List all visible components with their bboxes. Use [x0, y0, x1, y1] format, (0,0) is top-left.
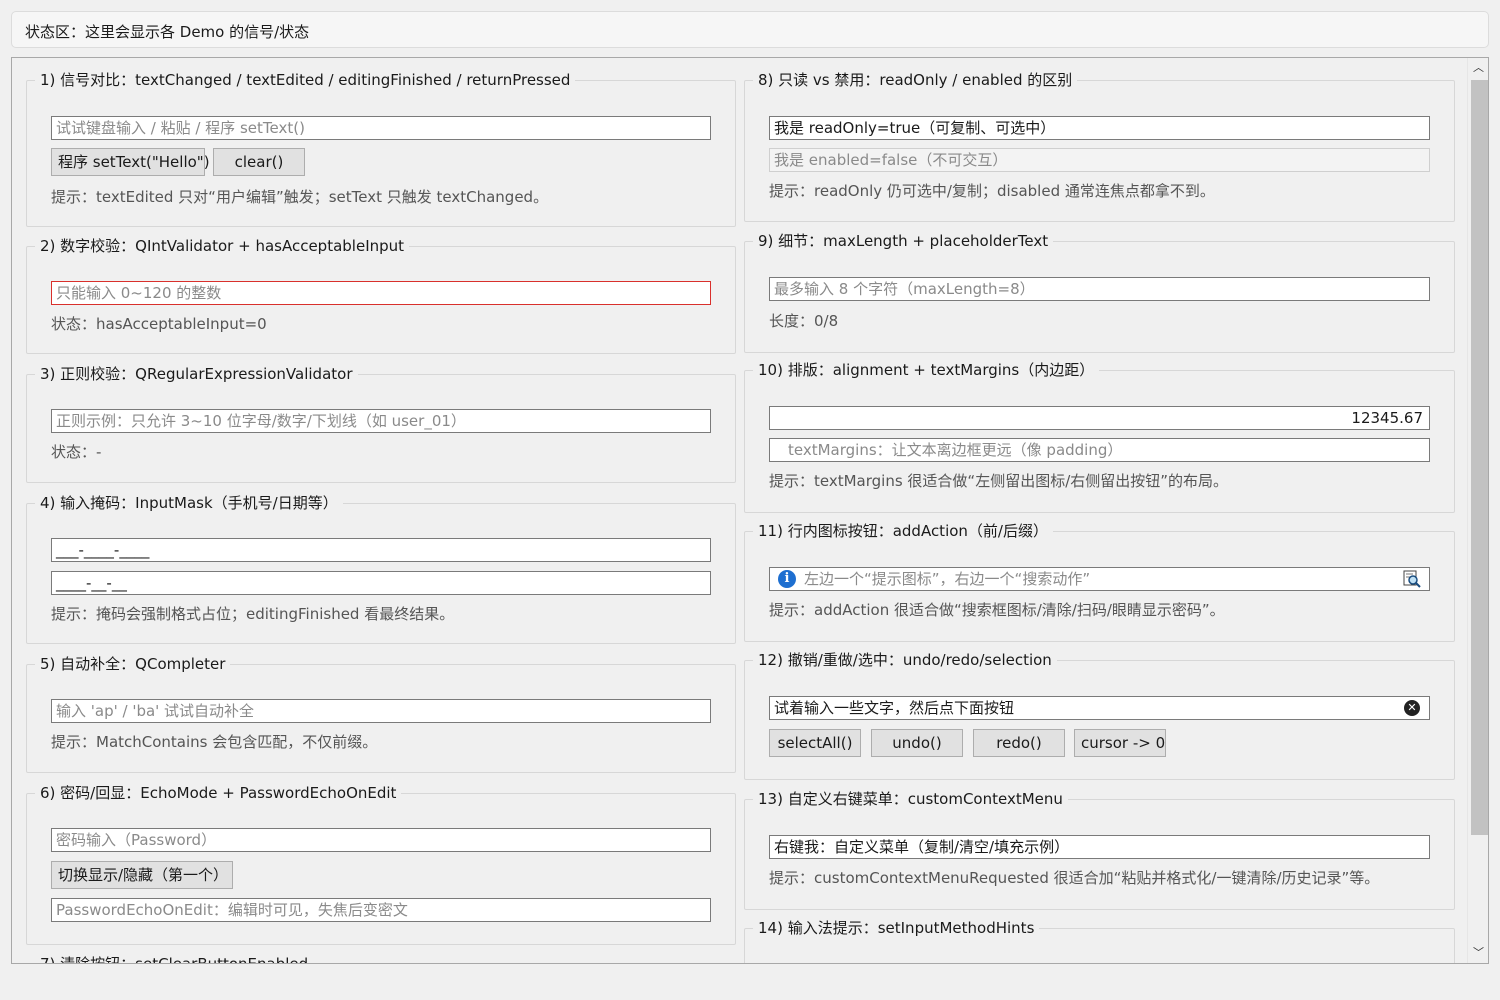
password-echo-input[interactable]: PasswordEchoOnEdit：编辑时可见，失焦后变密文	[51, 898, 711, 922]
int-input[interactable]: 只能输入 0~120 的整数	[51, 281, 711, 305]
status-text: 状态区：这里会显示各 Demo 的信号/状态	[25, 23, 310, 41]
search-action-icon[interactable]	[1403, 570, 1421, 588]
group-title: 9) 细节：maxLength + placeholderText	[753, 230, 1054, 251]
clear-icon[interactable]: ✕	[1404, 700, 1420, 716]
group-add-action: 11) 行内图标按钮：addAction（前/后缀） i 左边一个“提示图标”，…	[744, 520, 1455, 642]
undo-input-value: 试着输入一些文字，然后点下面按钮	[774, 699, 1015, 717]
int-status: 状态：hasAcceptableInput=0	[51, 315, 267, 333]
group-undo-redo: 12) 撤销/重做/选中：undo/redo/selection 试着输入一些文…	[744, 649, 1455, 780]
demo-scroll-area[interactable]: 1) 信号对比：textChanged / textEdited / editi…	[11, 57, 1489, 964]
group-title: 8) 只读 vs 禁用：readOnly / enabled 的区别	[753, 69, 1078, 90]
date-mask-input[interactable]: ____-__-__	[51, 571, 711, 595]
margins-hint: 提示：textMargins 很适合做“左侧留出图标/右侧留出按钮”的布局。	[769, 472, 1229, 490]
mask-hint: 提示：掩码会强制格式占位；editingFinished 看最终结果。	[51, 605, 455, 623]
cursor-start-button[interactable]: cursor -> 0	[1074, 729, 1166, 757]
completer-input[interactable]: 输入 'ap' / 'ba' 试试自动补全	[51, 699, 711, 723]
phone-mask-input[interactable]: ___-____-____	[51, 538, 711, 562]
group-completer: 5) 自动补全：QCompleter 输入 'ap' / 'ba' 试试自动补全…	[26, 653, 736, 773]
regex-status: 状态：-	[51, 443, 102, 461]
readonly-hint: 提示：readOnly 仍可选中/复制；disabled 通常连焦点都拿不到。	[769, 182, 1215, 200]
group-title: 3) 正则校验：QRegularExpressionValidator	[35, 363, 358, 384]
right-aligned-input[interactable]: 12345.67	[769, 406, 1430, 430]
group-input-method-hints: 14) 输入法提示：setInputMethodHints	[744, 917, 1455, 964]
input-method-field[interactable]	[769, 963, 1430, 964]
regex-input[interactable]: 正则示例：只允许 3~10 位字母/数字/下划线（如 user_01）	[51, 409, 711, 433]
scroll-down-arrow-icon[interactable]: ﹀	[1468, 943, 1488, 963]
group-maxlength: 9) 细节：maxLength + placeholderText 最多输入 8…	[744, 230, 1455, 353]
action-input[interactable]: i 左边一个“提示图标”，右边一个“搜索动作”	[769, 567, 1430, 591]
group-echo-mode: 6) 密码/回显：EchoMode + PasswordEchoOnEdit 密…	[26, 782, 736, 945]
info-icon[interactable]: i	[778, 570, 796, 588]
disabled-input: 我是 enabled=false（不可交互）	[769, 148, 1430, 172]
redo-button[interactable]: redo()	[973, 729, 1065, 757]
context-menu-input[interactable]: 右键我：自定义菜单（复制/清空/填充示例）	[769, 835, 1430, 859]
length-label: 长度：0/8	[769, 312, 839, 330]
group-title: 11) 行内图标按钮：addAction（前/后缀）	[753, 520, 1053, 541]
toggle-echo-button[interactable]: 切换显示/隐藏（第一个）	[51, 861, 233, 889]
group-title: 1) 信号对比：textChanged / textEdited / editi…	[35, 69, 576, 90]
signals-hint: 提示：textEdited 只对“用户编辑”触发；setText 只触发 tex…	[51, 188, 549, 206]
group-title: 14) 输入法提示：setInputMethodHints	[753, 917, 1040, 938]
scroll-thumb[interactable]	[1471, 80, 1488, 835]
group-title: 2) 数字校验：QIntValidator + hasAcceptableInp…	[35, 235, 410, 256]
group-title: 10) 排版：alignment + textMargins（内边距）	[753, 359, 1100, 380]
context-menu-hint: 提示：customContextMenuRequested 很适合加“粘贴并格式…	[769, 869, 1380, 887]
clear-button[interactable]: clear()	[213, 148, 305, 176]
group-readonly-disabled: 8) 只读 vs 禁用：readOnly / enabled 的区别 我是 re…	[744, 69, 1455, 222]
group-alignment-margins: 10) 排版：alignment + textMargins（内边距） 1234…	[744, 359, 1455, 513]
undo-input[interactable]: 试着输入一些文字，然后点下面按钮 ✕	[769, 696, 1430, 720]
maxlength-input[interactable]: 最多输入 8 个字符（maxLength=8）	[769, 277, 1430, 301]
password-input[interactable]: 密码输入（Password）	[51, 828, 711, 852]
group-title: 6) 密码/回显：EchoMode + PasswordEchoOnEdit	[35, 782, 402, 803]
completer-hint: 提示：MatchContains 会包含匹配，不仅前缀。	[51, 733, 378, 751]
group-input-mask: 4) 输入掩码：InputMask（手机号/日期等） ___-____-____…	[26, 492, 736, 644]
group-title: 5) 自动补全：QCompleter	[35, 653, 231, 674]
group-title: 13) 自定义右键菜单：customContextMenu	[753, 788, 1068, 809]
selectall-button[interactable]: selectAll()	[769, 729, 861, 757]
undo-button[interactable]: undo()	[871, 729, 963, 757]
text-margins-input[interactable]: textMargins：让文本离边框更远（像 padding）	[769, 438, 1430, 462]
group-title: 4) 输入掩码：InputMask（手机号/日期等）	[35, 492, 343, 513]
group-regex-validator: 3) 正则校验：QRegularExpressionValidator 正则示例…	[26, 363, 736, 483]
group-int-validator: 2) 数字校验：QIntValidator + hasAcceptableInp…	[26, 235, 736, 354]
status-bar: 状态区：这里会显示各 Demo 的信号/状态	[11, 11, 1489, 48]
group-title: 7) 清除按钮：setClearButtonEnabled	[35, 953, 314, 963]
action-input-placeholder: 左边一个“提示图标”，右边一个“搜索动作”	[804, 570, 1091, 588]
group-signals: 1) 信号对比：textChanged / textEdited / editi…	[26, 69, 736, 227]
group-title: 12) 撤销/重做/选中：undo/redo/selection	[753, 649, 1057, 670]
group-context-menu: 13) 自定义右键菜单：customContextMenu 右键我：自定义菜单（…	[744, 788, 1455, 910]
readonly-input[interactable]: 我是 readOnly=true（可复制、可选中）	[769, 116, 1430, 140]
settext-button[interactable]: 程序 setText("Hello")	[51, 148, 210, 176]
scroll-up-arrow-icon[interactable]: ︿	[1468, 58, 1488, 78]
signals-input[interactable]: 试试键盘输入 / 粘贴 / 程序 setText()	[51, 116, 711, 140]
vertical-scrollbar[interactable]: ︿ ﹀	[1467, 58, 1488, 963]
action-hint: 提示：addAction 很适合做“搜索框图标/清除/扫码/眼睛显示密码”。	[769, 601, 1225, 619]
